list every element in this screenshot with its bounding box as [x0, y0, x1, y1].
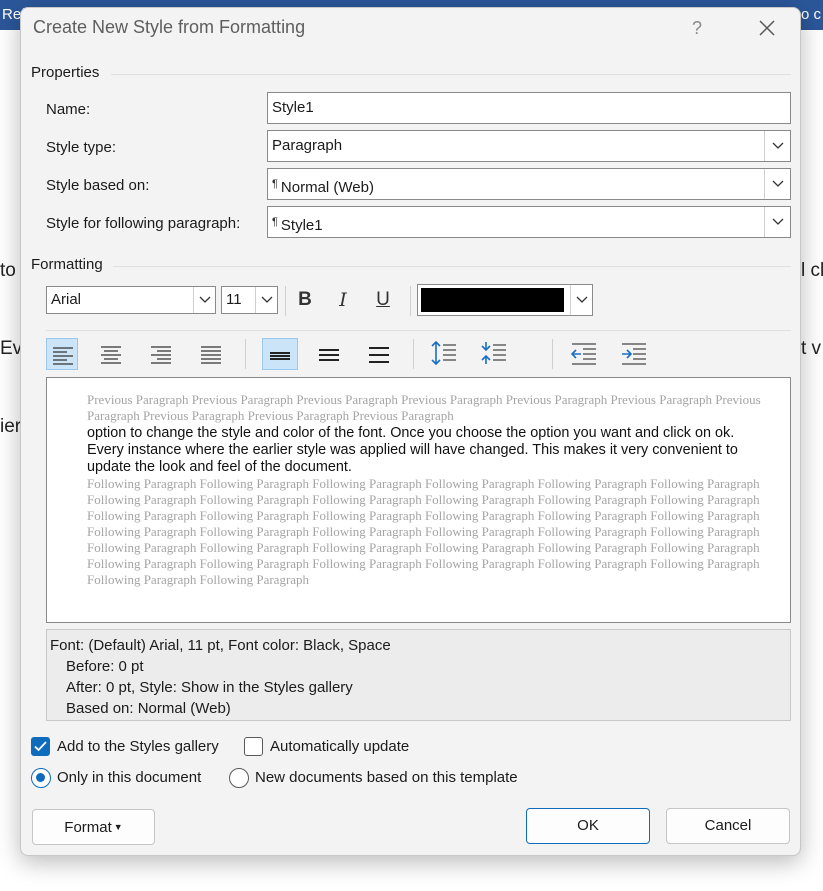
style-type-label: Style type: [46, 139, 117, 156]
doc-text-fragment: ier [0, 416, 22, 437]
toolbar-separator [245, 339, 246, 369]
pilcrow-icon: ¶ [272, 178, 278, 190]
font-name-value: Arial [51, 291, 82, 308]
toolbar-separator [413, 339, 414, 369]
properties-section-label: Properties [31, 64, 100, 81]
only-this-document-radio[interactable] [31, 768, 51, 788]
chevron-down-icon[interactable] [193, 287, 215, 313]
style-type-dropdown[interactable]: Paragraph [267, 130, 791, 162]
add-to-gallery-label[interactable]: Add to the Styles gallery [57, 738, 219, 755]
toolbar-separator [285, 286, 286, 316]
single-spacing-button[interactable] [262, 338, 298, 370]
format-button-label: Format [64, 819, 112, 836]
increase-spacing-before-button[interactable] [427, 338, 463, 370]
decrease-spacing-button[interactable] [477, 338, 513, 370]
underline-button[interactable]: U [369, 286, 397, 314]
doc-text-fragment: l cl [801, 260, 823, 281]
description-line: Based on: Normal (Web) [66, 700, 231, 717]
toolbar-separator [410, 286, 411, 316]
description-line: Font: (Default) Arial, 11 pt, Font color… [50, 637, 391, 654]
divider [111, 74, 791, 75]
dialog-titlebar: Create New Style from Formatting ? [21, 8, 800, 48]
style-preview-pane: Previous Paragraph Previous Paragraph Pr… [46, 377, 791, 623]
double-spacing-button[interactable] [362, 338, 398, 370]
following-paragraph-dropdown[interactable]: ¶ Style1 [267, 206, 791, 238]
following-paragraph-sample: Following Paragraph Following Paragraph … [87, 476, 760, 587]
format-menu-button[interactable]: Format ▼ [32, 809, 155, 845]
add-to-gallery-checkbox[interactable] [31, 737, 50, 756]
based-on-value: Normal (Web) [280, 179, 374, 196]
font-size-dropdown[interactable]: 11 [221, 286, 278, 314]
align-right-icon [151, 346, 171, 364]
bold-button[interactable]: B [291, 286, 319, 314]
current-paragraph-sample: option to change the style and color of … [87, 425, 738, 475]
justify-button[interactable] [195, 338, 227, 370]
based-on-dropdown[interactable]: ¶ Normal (Web) [267, 168, 791, 200]
font-name-dropdown[interactable]: Arial [46, 286, 216, 314]
name-input[interactable]: Style1 [267, 92, 791, 124]
double-spacing-icon [369, 347, 389, 363]
font-color-swatch [421, 288, 564, 312]
justify-icon [201, 346, 221, 364]
auto-update-checkbox[interactable] [244, 737, 263, 756]
single-spacing-icon [270, 352, 290, 360]
dialog-title: Create New Style from Formatting [33, 17, 306, 37]
chevron-down-icon[interactable] [764, 169, 790, 199]
increase-indent-button[interactable] [617, 338, 653, 370]
font-color-dropdown[interactable] [417, 284, 593, 316]
ribbon-text-right: o c [800, 6, 821, 23]
divider [46, 330, 791, 331]
doc-text-fragment: Ev [0, 338, 23, 359]
name-value: Style1 [272, 99, 314, 116]
decrease-indent-icon [571, 343, 596, 365]
caret-down-icon: ▼ [113, 822, 123, 832]
toolbar-separator [552, 339, 553, 369]
decrease-paragraph-spacing-icon [481, 342, 506, 364]
name-label: Name: [46, 101, 91, 118]
decrease-indent-button[interactable] [567, 338, 603, 370]
close-button[interactable] [749, 12, 785, 44]
increase-indent-icon [622, 343, 646, 365]
based-on-label: Style based on: [46, 177, 150, 194]
doc-text-fragment: to [0, 260, 16, 281]
help-button[interactable]: ? [681, 12, 713, 44]
font-size-value: 11 [226, 291, 242, 308]
align-right-button[interactable] [145, 338, 177, 370]
following-paragraph-value: Style1 [280, 217, 323, 234]
checkmark-icon [34, 741, 47, 752]
new-documents-label[interactable]: New documents based on this template [255, 769, 518, 786]
pilcrow-icon: ¶ [272, 216, 278, 228]
italic-button[interactable]: I [329, 286, 357, 314]
increase-paragraph-spacing-icon [431, 341, 456, 365]
previous-paragraph-sample: Previous Paragraph Previous Paragraph Pr… [87, 392, 761, 423]
document-text-left: to Ev ier [0, 206, 22, 466]
following-paragraph-label: Style for following paragraph: [46, 215, 241, 232]
only-this-document-label[interactable]: Only in this document [57, 769, 201, 786]
chevron-down-icon[interactable] [764, 131, 790, 161]
document-text-right: l cl t v [801, 206, 823, 388]
ok-button[interactable]: OK [526, 808, 650, 844]
create-style-dialog: Create New Style from Formatting ? Prope… [20, 7, 801, 856]
style-description: Font: (Default) Arial, 11 pt, Font color… [46, 629, 791, 721]
align-center-button[interactable] [95, 338, 127, 370]
close-icon [759, 20, 775, 36]
description-line: Before: 0 pt [66, 658, 144, 675]
align-left-button[interactable] [46, 338, 78, 370]
doc-text-fragment: t v [801, 338, 822, 359]
align-center-icon [101, 346, 121, 364]
chevron-down-icon[interactable] [255, 287, 277, 313]
description-line: After: 0 pt, Style: Show in the Styles g… [66, 679, 353, 696]
chevron-down-icon[interactable] [570, 285, 592, 315]
cancel-button[interactable]: Cancel [666, 808, 790, 844]
auto-update-label[interactable]: Automatically update [270, 738, 409, 755]
one-half-spacing-button[interactable] [312, 338, 348, 370]
chevron-down-icon[interactable] [764, 207, 790, 237]
new-documents-radio[interactable] [229, 768, 249, 788]
formatting-section-label: Formatting [31, 256, 103, 273]
style-type-value: Paragraph [272, 137, 343, 154]
align-left-icon [53, 347, 73, 365]
one-half-spacing-icon [319, 349, 339, 361]
divider [113, 266, 791, 267]
